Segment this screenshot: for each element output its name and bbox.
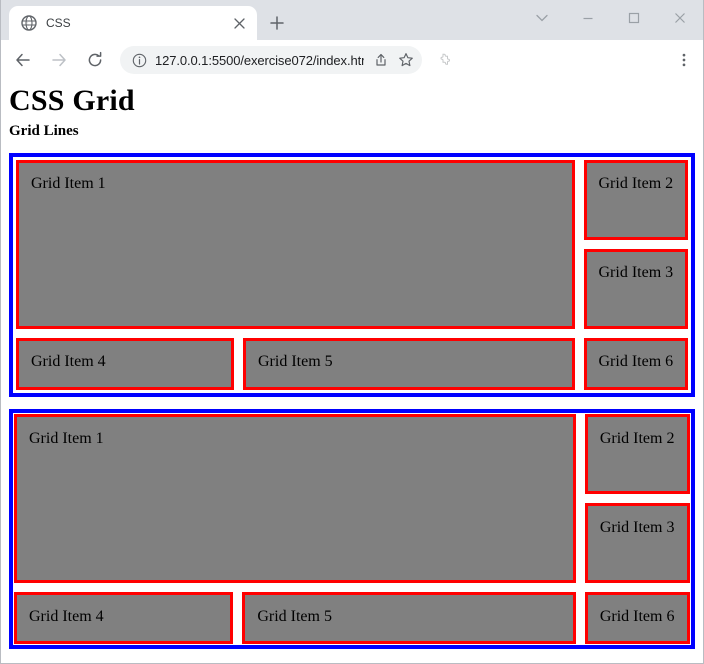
grid-item: Grid Item 4 (14, 591, 234, 644)
page-content: CSS Grid Grid Lines Grid Item 1 Grid Ite… (1, 80, 703, 662)
close-window-button[interactable] (657, 0, 703, 36)
url-text: 127.0.0.1:5500/exercise072/index.html (155, 52, 364, 68)
grid-container-two: Grid Item 1 Grid Item 2 Grid Item 3 Grid… (9, 408, 695, 649)
tab-strip: CSS (1, 0, 291, 40)
info-circle-icon[interactable] (129, 50, 149, 70)
tab-title: CSS (46, 16, 71, 30)
grid-item: Grid Item 1 (16, 159, 575, 329)
browser-tab-css[interactable]: CSS (9, 6, 257, 40)
arrow-right-icon (50, 51, 68, 69)
browser-window: CSS 127.0.0.1:5500/exercise072/index.htm… (0, 0, 704, 664)
reload-button[interactable] (78, 43, 112, 77)
star-icon[interactable] (396, 50, 416, 70)
address-bar[interactable]: 127.0.0.1:5500/exercise072/index.html (120, 46, 422, 74)
grid-item: Grid Item 5 (243, 337, 575, 390)
close-icon (673, 11, 687, 25)
new-tab-button[interactable] (263, 9, 291, 37)
browser-toolbar: 127.0.0.1:5500/exercise072/index.html (1, 40, 703, 80)
extensions-button[interactable] (432, 47, 458, 73)
maximize-icon (627, 11, 641, 25)
grid-item: Grid Item 2 (584, 413, 690, 494)
forward-button[interactable] (42, 43, 76, 77)
window-controls (519, 0, 703, 36)
reload-icon (86, 51, 104, 69)
page-title: CSS Grid (9, 84, 135, 117)
grid-item: Grid Item 3 (583, 248, 688, 329)
grid-container-one: Grid Item 1 Grid Item 2 Grid Item 3 Grid… (9, 152, 695, 397)
tab-search-button[interactable] (519, 0, 565, 36)
maximize-button[interactable] (611, 0, 657, 36)
page-subtitle: Grid Lines (9, 123, 79, 140)
minimize-icon (581, 11, 595, 25)
share-icon[interactable] (370, 50, 390, 70)
tab-close-icon[interactable] (231, 15, 247, 31)
grid-item: Grid Item 4 (16, 337, 234, 390)
grid-item: Grid Item 2 (583, 159, 688, 240)
browser-menu-button[interactable] (669, 45, 699, 75)
grid-item: Grid Item 6 (584, 591, 690, 644)
minimize-button[interactable] (565, 0, 611, 36)
puzzle-icon (437, 52, 453, 68)
grid-item: Grid Item 6 (583, 337, 688, 390)
browser-titlebar: CSS (1, 0, 703, 40)
chevron-down-icon (535, 11, 549, 25)
three-dots-vertical-icon (676, 52, 692, 68)
back-button[interactable] (6, 43, 40, 77)
grid-item: Grid Item 1 (14, 413, 576, 583)
plus-icon (270, 16, 284, 30)
arrow-left-icon (14, 51, 32, 69)
grid-item: Grid Item 5 (242, 591, 576, 644)
globe-icon (21, 15, 37, 31)
grid-item: Grid Item 3 (584, 502, 690, 583)
